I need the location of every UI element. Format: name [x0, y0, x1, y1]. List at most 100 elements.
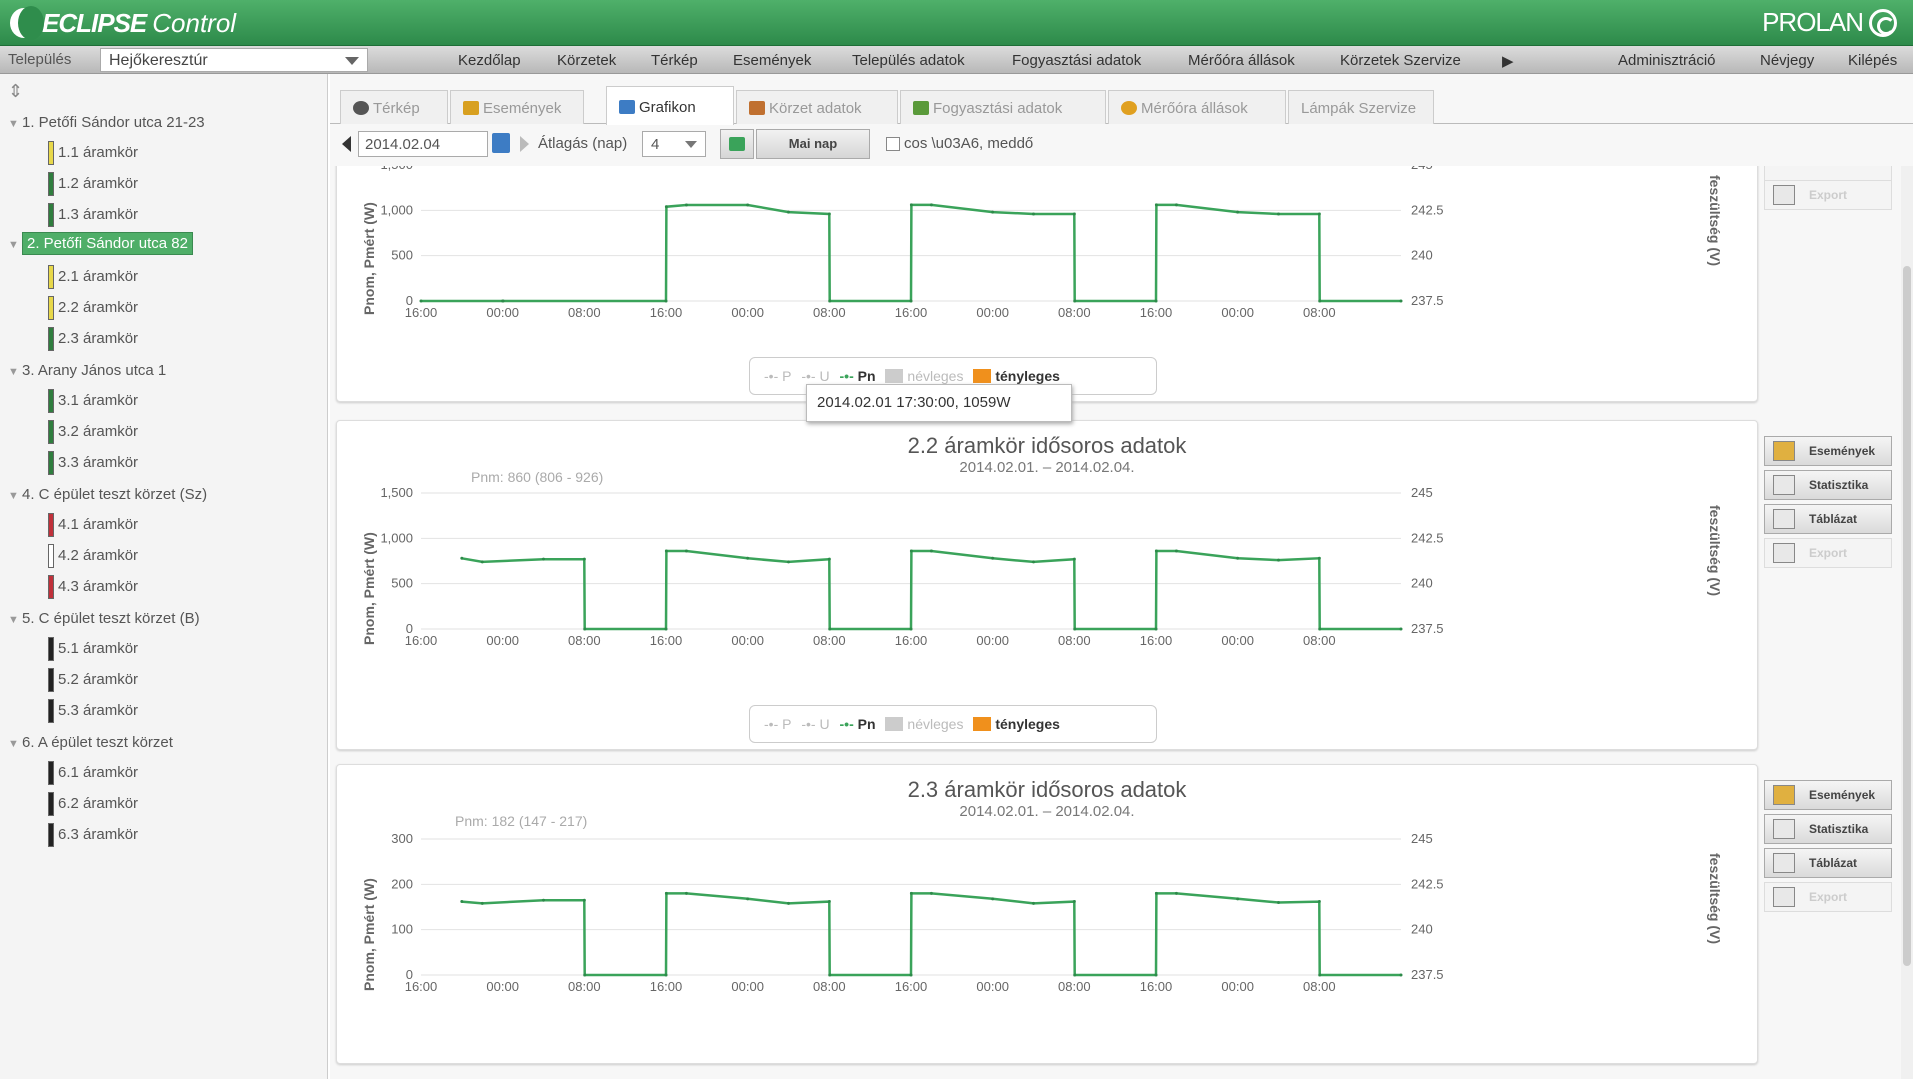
- series-point-pn: [582, 557, 586, 561]
- collapse-icon[interactable]: ⇕: [8, 82, 26, 100]
- chart-svg: 0100200300237.5240242.524516:00 00:00 08:0…: [391, 831, 1443, 994]
- tree-leaf-4-2[interactable]: 4.2 áramkör: [48, 543, 138, 569]
- status-bar: [48, 141, 54, 166]
- vendor-ring-icon: [1869, 8, 1897, 37]
- menu-item-admin[interactable]: Adminisztráció: [1618, 52, 1716, 69]
- tree-group-1[interactable]: ▼ 1. Petőfi Sándor utca 21-23: [8, 114, 205, 131]
- menu-item-district-service[interactable]: Körzetek Szervize: [1340, 52, 1461, 69]
- menu-item-about[interactable]: Névjegy: [1760, 52, 1814, 69]
- legend-p[interactable]: -•- P: [764, 358, 791, 394]
- stats-button-2[interactable]: Statisztika: [1764, 470, 1892, 500]
- events-button-3[interactable]: Események: [1764, 780, 1892, 810]
- tree-group-5[interactable]: ▼ 5. C épület teszt körzet (B): [8, 610, 200, 627]
- tree-leaf-5-1[interactable]: 5.1 áramkör: [48, 636, 138, 662]
- tree-leaf-6-1[interactable]: 6.1 áramkör: [48, 760, 138, 786]
- legend-p[interactable]: -•- P: [764, 706, 791, 742]
- scrollbar-thumb[interactable]: [1903, 266, 1911, 966]
- export-button-1[interactable]: Export: [1764, 180, 1892, 210]
- next-date-arrow-icon[interactable]: [520, 136, 529, 152]
- tree-group-6[interactable]: ▼ 6. A épület teszt körzet: [8, 734, 173, 751]
- series-point-pn: [909, 203, 913, 207]
- menu-item-consumption[interactable]: Fogyasztási adatok: [1012, 52, 1141, 69]
- stats-button-3[interactable]: Statisztika: [1764, 814, 1892, 844]
- export-icon: [1773, 185, 1795, 205]
- export-button-2[interactable]: Export: [1764, 538, 1892, 568]
- legend-actual[interactable]: tényleges: [973, 706, 1060, 742]
- tab-meter-readings[interactable]: Mérőóra állások: [1108, 90, 1286, 124]
- series-point-pn: [909, 627, 913, 631]
- series-point-pn: [909, 973, 913, 977]
- tab-chart[interactable]: Grafikon: [606, 86, 734, 125]
- calendar-icon[interactable]: [492, 133, 510, 153]
- y2-axis-label: feszültség (V): [1707, 175, 1723, 267]
- events-button-2[interactable]: Események: [1764, 436, 1892, 466]
- tree-leaf-3-1[interactable]: 3.1 áramkör: [48, 388, 138, 414]
- tree-group-3[interactable]: ▼ 3. Arany János utca 1: [8, 362, 166, 379]
- tree-leaf-4-3[interactable]: 4.3 áramkör: [48, 574, 138, 600]
- tree-leaf-3-2[interactable]: 3.2 áramkör: [48, 419, 138, 445]
- vertical-scrollbar[interactable]: [1901, 166, 1913, 1079]
- series-point-pn: [1072, 900, 1076, 904]
- tree-leaf-5-2[interactable]: 5.2 áramkör: [48, 667, 138, 693]
- menu-item-logout[interactable]: Kilépés: [1848, 52, 1897, 69]
- tree-leaf-4-1[interactable]: 4.1 áramkör: [48, 512, 138, 538]
- averaging-select[interactable]: 4: [642, 131, 706, 157]
- tree-leaf-5-3[interactable]: 5.3 áramkör: [48, 698, 138, 724]
- y-tick-label: 1,500: [380, 166, 413, 172]
- tab-label: Térkép: [373, 100, 420, 117]
- tree-leaf-1-3[interactable]: 1.3 áramkör: [48, 202, 138, 228]
- tree-leaf-2-2[interactable]: 2.2 áramkör: [48, 295, 138, 321]
- y-tick-label: 1,500: [380, 485, 413, 500]
- menu-item-home[interactable]: Kezdőlap: [458, 52, 521, 69]
- y2-tick-label: 237.5: [1411, 621, 1444, 636]
- tab-district-data[interactable]: Körzet adatok: [736, 90, 898, 124]
- tab-consumption[interactable]: Fogyasztási adatok: [900, 90, 1106, 124]
- menu-item-meter-readings[interactable]: Mérőóra állások: [1188, 52, 1295, 69]
- date-input[interactable]: 2014.02.04: [358, 131, 488, 157]
- expand-icon: ▼: [8, 239, 19, 251]
- menu-item-events[interactable]: Események: [733, 52, 811, 69]
- legend-pn[interactable]: -•- Pn: [840, 706, 876, 742]
- cos-phi-checkbox[interactable]: [886, 137, 900, 151]
- tab-label: Lámpák Szervize: [1301, 100, 1417, 117]
- y-tick-label: 500: [391, 576, 413, 591]
- today-button[interactable]: Mai nap: [756, 129, 870, 159]
- status-bar: [48, 761, 54, 786]
- x-tick-label: 08:00: [1303, 979, 1336, 994]
- tab-lamp-service[interactable]: Lámpák Szervize: [1288, 90, 1434, 124]
- menu-item-map[interactable]: Térkép: [651, 52, 698, 69]
- tab-events[interactable]: Események: [450, 90, 584, 124]
- tree-group-label: 6. A épület teszt körzet: [22, 734, 173, 751]
- tab-map[interactable]: Térkép: [340, 90, 448, 124]
- x-tick-label: 00:00: [1221, 633, 1254, 648]
- table-button-2[interactable]: Táblázat: [1764, 504, 1892, 534]
- series-point-pn: [929, 203, 933, 207]
- prev-date-arrow-icon[interactable]: [342, 136, 351, 152]
- menu-more-arrow[interactable]: ▶: [1502, 52, 1514, 70]
- tree-leaf-6-3[interactable]: 6.3 áramkör: [48, 822, 138, 848]
- series-point-pn: [1032, 212, 1035, 216]
- menu-item-districts[interactable]: Körzetek: [557, 52, 616, 69]
- tree-leaf-6-2[interactable]: 6.2 áramkör: [48, 791, 138, 817]
- tree-leaf-1-1[interactable]: 1.1 áramkör: [48, 140, 138, 166]
- tree-leaf-2-3[interactable]: 2.3 áramkör: [48, 326, 138, 352]
- series-line-pn: [421, 203, 1401, 303]
- export-button-3[interactable]: Export: [1764, 882, 1892, 912]
- series-point-pn: [1317, 900, 1321, 904]
- menu-item-town-data[interactable]: Település adatok: [852, 52, 965, 69]
- legend-nominal[interactable]: névleges: [885, 706, 963, 742]
- tree-group-label: 5. C épület teszt körzet (B): [22, 610, 200, 627]
- tree-leaf-3-3[interactable]: 3.3 áramkör: [48, 450, 138, 476]
- tab-label: Grafikon: [639, 99, 696, 116]
- leaf-label: 2.1 áramkör: [58, 268, 139, 285]
- town-select[interactable]: Hejőkeresztúr: [100, 48, 368, 72]
- tree-group-2[interactable]: ▼ 2. Petőfi Sándor utca 82: [8, 232, 193, 255]
- tree-group-4[interactable]: ▼ 4. C épület teszt körzet (Sz): [8, 486, 207, 503]
- legend-u[interactable]: -•- U: [801, 706, 829, 742]
- refresh-button[interactable]: [720, 129, 754, 159]
- tree-leaf-2-1[interactable]: 2.1 áramkör: [48, 264, 138, 290]
- chart-svg: 05001,0001,500237.5240242.524516:00 00:00…: [380, 485, 1444, 648]
- tree-leaf-1-2[interactable]: 1.2 áramkör: [48, 171, 138, 197]
- table-button-3[interactable]: Táblázat: [1764, 848, 1892, 878]
- stats-icon: [1773, 819, 1795, 839]
